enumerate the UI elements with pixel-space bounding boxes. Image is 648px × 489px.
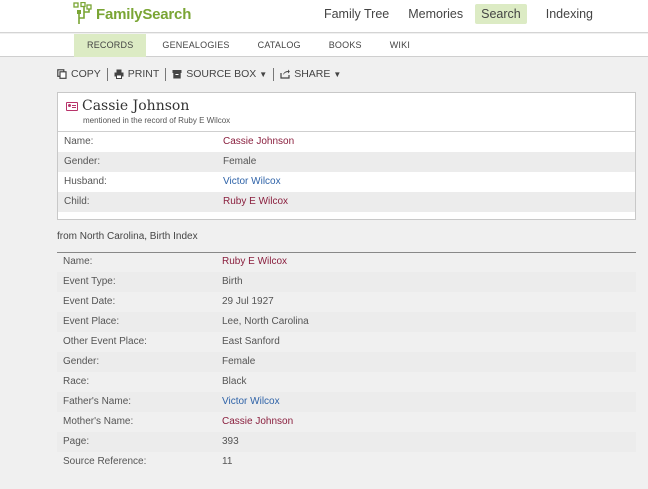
race-value: Black (222, 376, 247, 387)
person-card: Cassie Johnson mentioned in the record o… (57, 92, 636, 220)
record-row: Gender: Female (57, 352, 636, 372)
field-label: Husband: (64, 176, 107, 187)
field-label: Source Reference: (63, 456, 147, 467)
record-row: Race: Black (57, 372, 636, 392)
person-row: Child: Ruby E Wilcox (58, 192, 635, 212)
record-row: Other Event Place: East Sanford (57, 332, 636, 352)
subnav-wiki[interactable]: WIKI (378, 34, 422, 57)
field-label: Event Place: (63, 316, 120, 327)
copy-label: COPY (71, 68, 101, 80)
share-button[interactable]: SHARE ▼ (280, 68, 341, 80)
toolbar-divider (165, 67, 167, 81)
gender-value: Female (222, 356, 256, 367)
source-reference-value: 11 (222, 456, 233, 467)
nav-memories[interactable]: Memories (408, 4, 463, 24)
source-collection: from North Carolina, Birth Index (57, 231, 198, 242)
share-icon (280, 69, 291, 79)
chevron-down-icon: ▼ (333, 69, 342, 79)
event-date-value: 29 Jul 1927 (222, 296, 274, 307)
field-label: Event Date: (63, 296, 116, 307)
person-card-header: Cassie Johnson mentioned in the record o… (58, 93, 635, 132)
toolbar-divider (106, 67, 108, 81)
subnav-records[interactable]: RECORDS (74, 34, 147, 57)
father-name-link[interactable]: Victor Wilcox (222, 392, 280, 412)
sub-header: RECORDS GENEALOGIES CATALOG BOOKS WIKI (0, 34, 648, 57)
principal-name-link[interactable]: Ruby E Wilcox (222, 252, 287, 272)
other-event-place-value: East Sanford (222, 336, 280, 347)
field-label: Father's Name: (63, 396, 132, 407)
copy-icon (57, 69, 67, 79)
source-box-label: SOURCE BOX (186, 68, 257, 80)
person-row: Gender: Female (58, 152, 635, 172)
share-label: SHARE (294, 68, 331, 80)
subnav-books[interactable]: BOOKS (317, 34, 374, 57)
person-name-value: Cassie Johnson (223, 136, 295, 147)
record-row: Mother's Name: Cassie Johnson (57, 412, 636, 432)
nav-search[interactable]: Search (475, 4, 527, 24)
tree-logo-icon (73, 2, 92, 24)
husband-link[interactable]: Victor Wilcox (223, 172, 281, 192)
nav-indexing[interactable]: Indexing (546, 4, 593, 24)
record-row: Name: Ruby E Wilcox (57, 252, 636, 272)
record-row: Page: 393 (57, 432, 636, 452)
record-details: Name: Ruby E Wilcox Event Type: Birth Ev… (57, 252, 636, 472)
mother-name-link[interactable]: Cassie Johnson (222, 412, 293, 432)
familysearch-logo[interactable]: FamilySearch (73, 1, 191, 27)
print-label: PRINT (127, 68, 160, 80)
field-label: Name: (63, 256, 93, 267)
field-label: Race: (63, 376, 90, 387)
field-label: Gender: (64, 156, 101, 167)
main-nav: Family Tree Memories Search Indexing (305, 4, 593, 24)
printer-icon (114, 69, 124, 79)
person-name: Cassie Johnson (82, 98, 190, 114)
event-type-value: Birth (222, 276, 243, 287)
page-value: 393 (222, 436, 239, 447)
copy-button[interactable]: COPY (57, 68, 101, 80)
subnav-catalog[interactable]: CATALOG (246, 34, 313, 57)
search-sub-nav: RECORDS GENEALOGIES CATALOG BOOKS WIKI (74, 34, 422, 57)
top-header: FamilySearch Family Tree Memories Search… (0, 0, 648, 33)
record-row: Event Date: 29 Jul 1927 (57, 292, 636, 312)
chevron-down-icon: ▼ (259, 69, 268, 79)
record-row: Event Type: Birth (57, 272, 636, 292)
brand-name: FamilySearch (96, 5, 192, 23)
mentioned-in-record: mentioned in the record of Ruby E Wilcox (83, 116, 231, 125)
field-label: Child: (64, 196, 90, 207)
record-toolbar: COPY PRINT SOURCE BOX ▼ SHARE ▼ (57, 66, 341, 82)
record-row: Event Place: Lee, North Carolina (57, 312, 636, 332)
record-row: Father's Name: Victor Wilcox (57, 392, 636, 412)
print-button[interactable]: PRINT (114, 68, 160, 80)
field-label: Mother's Name: (63, 416, 134, 427)
record-row: Source Reference: 11 (57, 452, 636, 472)
toolbar-divider (273, 67, 275, 81)
field-label: Gender: (63, 356, 100, 367)
source-box-button[interactable]: SOURCE BOX ▼ (172, 68, 267, 80)
nav-family-tree[interactable]: Family Tree (324, 4, 389, 24)
person-row: Name: Cassie Johnson (58, 132, 635, 152)
field-label: Other Event Place: (63, 336, 147, 347)
person-card-icon (66, 102, 78, 111)
event-place-value: Lee, North Carolina (222, 316, 309, 327)
field-label: Event Type: (63, 276, 116, 287)
person-row: Husband: Victor Wilcox (58, 172, 635, 192)
field-label: Name: (64, 136, 94, 147)
field-label: Page: (63, 436, 90, 447)
source-box-icon (172, 69, 182, 79)
gender-value: Female (223, 156, 257, 167)
subnav-genealogies[interactable]: GENEALOGIES (150, 34, 241, 57)
child-link[interactable]: Ruby E Wilcox (223, 192, 288, 212)
